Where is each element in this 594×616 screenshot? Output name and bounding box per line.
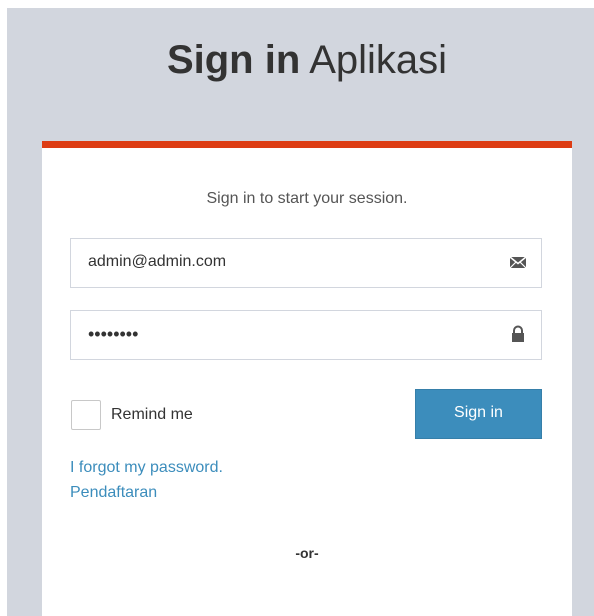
login-logo: Sign in Aplikasi bbox=[7, 40, 594, 80]
password-input[interactable] bbox=[71, 311, 488, 357]
register-link[interactable]: Pendaftaran bbox=[70, 484, 157, 502]
login-box: Sign in to start your session. Remind me… bbox=[42, 141, 572, 616]
or-divider: -or- bbox=[295, 545, 319, 561]
forgot-password-link[interactable]: I forgot my password. bbox=[70, 459, 223, 477]
email-field[interactable] bbox=[70, 238, 542, 288]
envelope-icon bbox=[509, 256, 527, 269]
sign-in-button[interactable]: Sign in bbox=[415, 389, 542, 439]
logo-light-text: Aplikasi bbox=[309, 38, 448, 82]
password-field[interactable] bbox=[70, 310, 542, 360]
remember-label: Remind me bbox=[111, 406, 193, 423]
remember-me: Remind me bbox=[71, 398, 193, 432]
remember-checkbox[interactable] bbox=[71, 400, 101, 430]
logo-bold-text: Sign in bbox=[166, 38, 301, 82]
email-input[interactable] bbox=[71, 239, 488, 285]
lock-icon bbox=[512, 325, 524, 342]
login-message: Sign in to start your session. bbox=[206, 190, 408, 207]
login-page: Sign in Aplikasi Sign in to start your s… bbox=[0, 0, 594, 616]
